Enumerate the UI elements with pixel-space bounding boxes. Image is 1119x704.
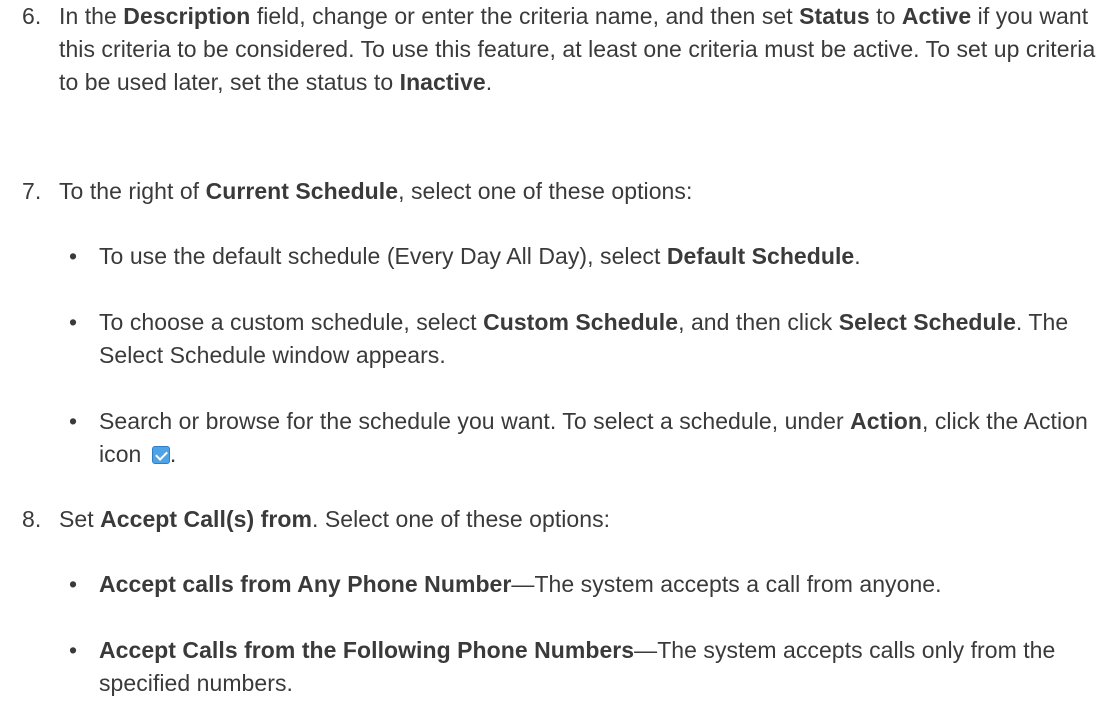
list-item: • Accept Calls from the Following Phone … [0,634,1119,700]
text-run: . [854,243,861,269]
bullet-glyph: • [68,408,78,434]
bullet-glyph: • [68,243,78,269]
bullet-glyph: • [68,637,78,663]
step-text: To the right of Current Schedule, select… [59,175,1114,208]
bold-term: Active [901,3,972,29]
text-run: Set [59,506,101,532]
text-run: . [485,69,493,95]
list-item: • To choose a custom schedule, select Cu… [0,306,1119,372]
list-item-text: To choose a custom schedule, select Cust… [99,306,1114,372]
text-run: to [869,3,902,29]
step-text: In the Description field, change or ente… [59,0,1114,99]
bold-term: Accept Calls from the Following Phone Nu… [99,637,635,663]
bullet-glyph: • [68,571,78,597]
bold-term: Description [123,3,251,29]
step-text: Set Accept Call(s) from. Select one of t… [59,503,1114,536]
list-item: • Accept calls from Any Phone Number—The… [0,568,1119,601]
text-run: Search or browse for the schedule you wa… [99,408,851,434]
bold-term: Status [799,3,870,29]
bold-term: Default Schedule [666,243,855,269]
action-checkbox-icon [151,446,170,464]
text-run: , select one of these options: [398,178,693,204]
text-run: In the [59,3,124,29]
list-item-text: Accept Calls from the Following Phone Nu… [99,634,1114,700]
bold-term: Current Schedule [205,178,399,204]
text-run: , and then click [678,309,839,335]
text-run: . [169,441,177,467]
step-number: 8. [22,506,42,532]
text-run: field, change or enter the criteria name… [250,3,800,29]
list-item-text: To use the default schedule (Every Day A… [99,240,1114,273]
bold-term: Select Schedule [838,309,1016,335]
text-run: To the right of [59,178,206,204]
bold-term: Action [850,408,922,434]
list-item-text: Accept calls from Any Phone Number—The s… [99,568,1114,601]
text-run: To choose a custom schedule, select [99,309,484,335]
bold-term: Accept calls from Any Phone Number [99,571,512,597]
text-run: —The system accepts a call from anyone. [511,571,942,597]
bold-term: Custom Schedule [483,309,679,335]
step-number: 7. [22,178,42,204]
step-8: 8. Set Accept Call(s) from. Select one o… [0,503,1119,536]
list-item-text: Search or browse for the schedule you wa… [99,405,1114,471]
list-item: • To use the default schedule (Every Day… [0,240,1119,273]
bold-term: Inactive [399,69,486,95]
text-run: To use the default schedule (Every Day A… [99,243,667,269]
step-7: 7. To the right of Current Schedule, sel… [0,175,1119,208]
bold-term: Accept Call(s) from [100,506,312,532]
step-6: 6. In the Description field, change or e… [0,0,1119,99]
text-run: . Select one of these options: [311,506,611,532]
step-number: 6. [22,3,42,29]
list-item: • Search or browse for the schedule you … [0,405,1119,471]
bullet-glyph: • [68,309,78,335]
